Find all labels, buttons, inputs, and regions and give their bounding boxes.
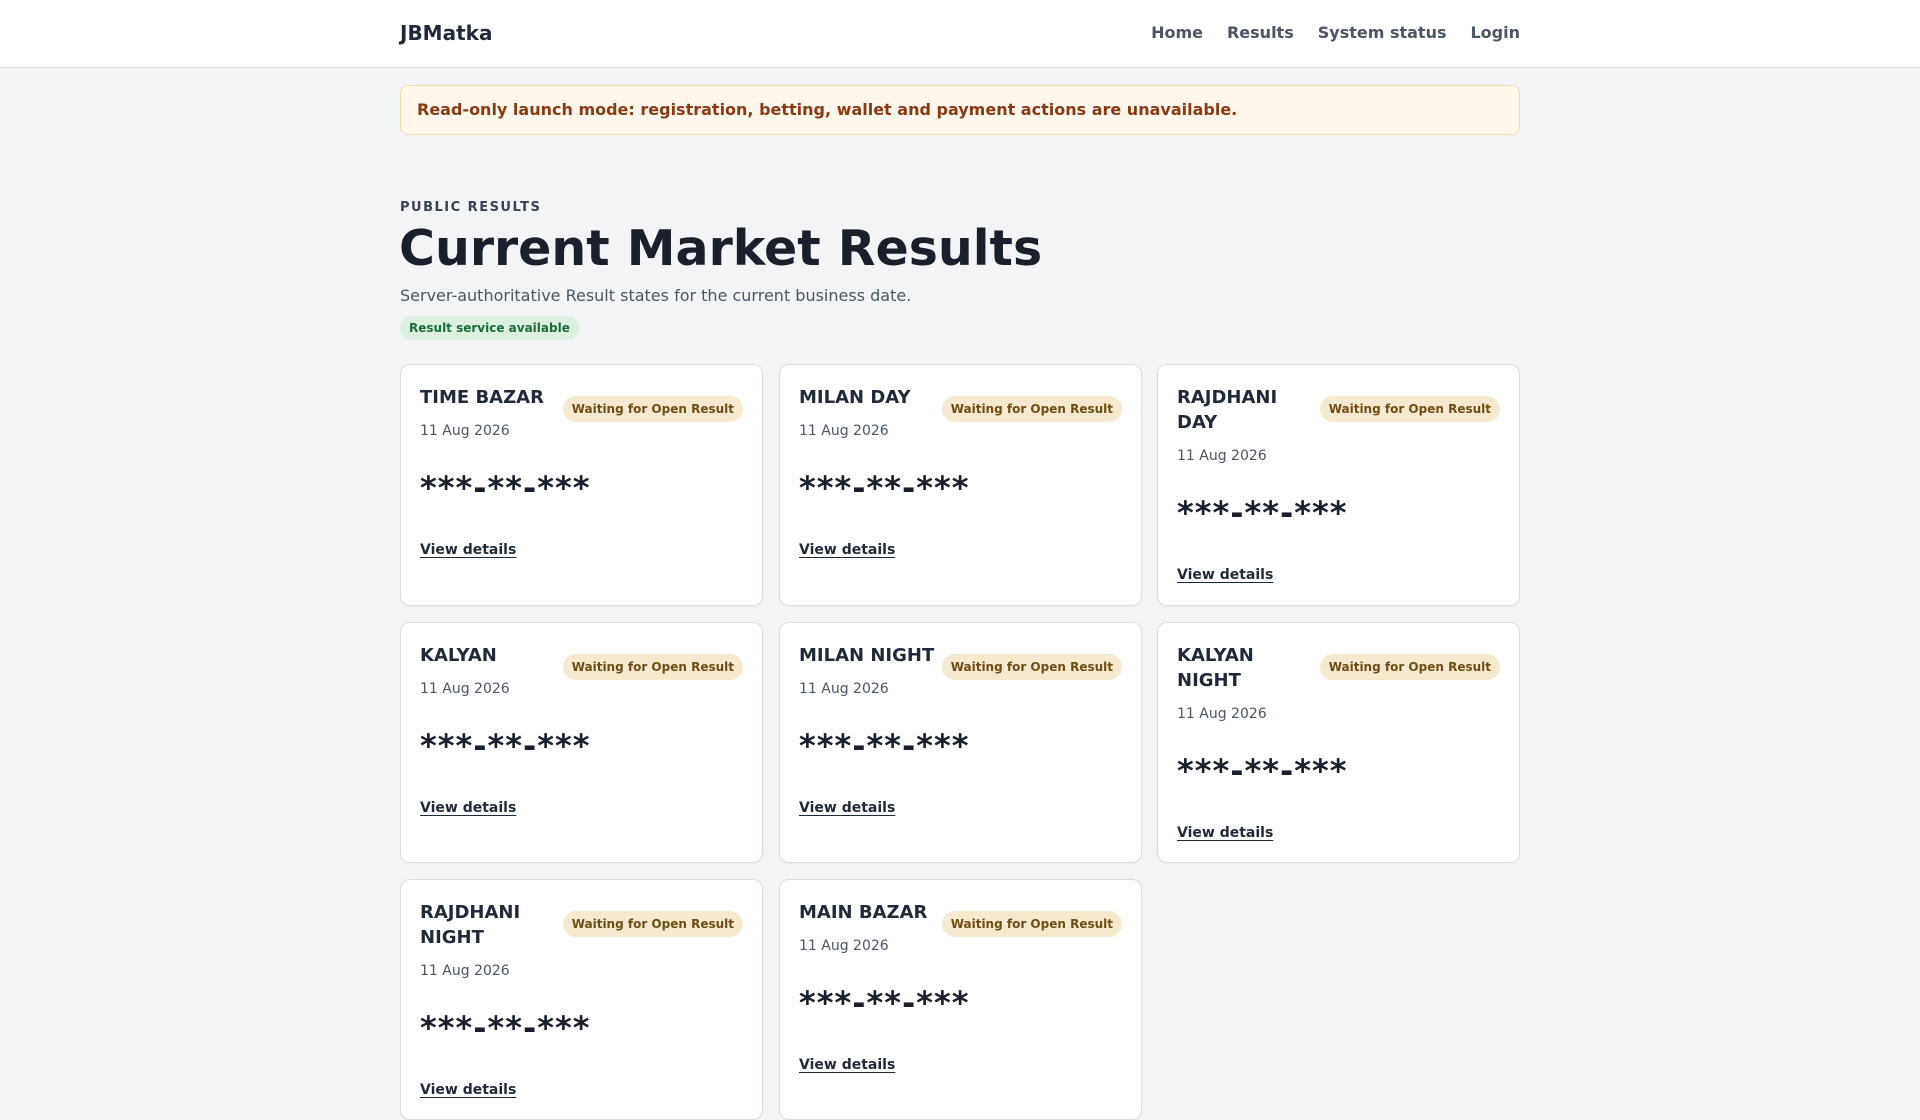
nav-home-link[interactable]: Home — [1151, 23, 1203, 42]
market-name: RAJDHANI NIGHT — [420, 902, 521, 948]
status-badge: Waiting for Open Result — [941, 654, 1122, 680]
market-date: 11 Aug 2026 — [1177, 448, 1267, 464]
result-value: ***-**-*** — [799, 984, 970, 1022]
view-details-link[interactable]: View details — [799, 800, 895, 816]
service-status-badge: Result service available — [400, 316, 579, 340]
market-card-rajdhani-night: RAJDHANI NIGHT Waiting for Open Result 1… — [400, 879, 763, 1120]
market-date: 11 Aug 2026 — [799, 681, 889, 697]
nav-system-status-link[interactable]: System status — [1318, 23, 1447, 42]
nav-login-link[interactable]: Login — [1470, 23, 1520, 42]
market-date: 11 Aug 2026 — [420, 423, 510, 439]
page-title: Current Market Results — [399, 220, 1043, 277]
market-card-milan-night: MILAN NIGHT Waiting for Open Result 11 A… — [779, 622, 1142, 863]
result-value: ***-**-*** — [420, 469, 591, 507]
market-date: 11 Aug 2026 — [799, 423, 889, 439]
market-date: 11 Aug 2026 — [420, 963, 510, 979]
top-navbar: JBMatka Home Results System status Login — [0, 0, 1920, 68]
result-value: ***-**-*** — [799, 469, 970, 507]
view-details-link[interactable]: View details — [420, 542, 516, 558]
status-badge: Waiting for Open Result — [941, 396, 1122, 422]
page-subtitle: Server-authoritative Result states for t… — [400, 286, 912, 305]
market-name: KALYAN — [420, 645, 497, 666]
market-card-milan-day: MILAN DAY Waiting for Open Result 11 Aug… — [779, 364, 1142, 606]
view-details-link[interactable]: View details — [420, 800, 516, 816]
market-date: 11 Aug 2026 — [1177, 706, 1267, 722]
market-card-main-bazar: MAIN BAZAR Waiting for Open Result 11 Au… — [779, 879, 1142, 1120]
market-name: MILAN DAY — [799, 387, 911, 408]
market-card-time-bazar: TIME BAZAR Waiting for Open Result 11 Au… — [400, 364, 763, 606]
result-value: ***-**-*** — [420, 1009, 591, 1047]
market-date: 11 Aug 2026 — [799, 938, 889, 954]
market-date: 11 Aug 2026 — [420, 681, 510, 697]
nav-results-link[interactable]: Results — [1227, 23, 1294, 42]
market-card-kalyan-night: KALYAN NIGHT Waiting for Open Result 11 … — [1157, 622, 1520, 863]
market-name: MAIN BAZAR — [799, 902, 928, 923]
result-value: ***-**-*** — [1177, 494, 1348, 532]
market-name: KALYAN NIGHT — [1177, 645, 1254, 691]
market-name: TIME BAZAR — [420, 387, 544, 408]
status-badge: Waiting for Open Result — [1319, 396, 1500, 422]
market-name: MILAN NIGHT — [799, 645, 935, 666]
status-badge: Waiting for Open Result — [562, 396, 743, 422]
view-details-link[interactable]: View details — [1177, 825, 1273, 841]
result-value: ***-**-*** — [799, 727, 970, 765]
status-badge: Waiting for Open Result — [562, 911, 743, 937]
market-card-kalyan: KALYAN Waiting for Open Result 11 Aug 20… — [400, 622, 763, 863]
status-badge: Waiting for Open Result — [562, 654, 743, 680]
view-details-link[interactable]: View details — [1177, 567, 1273, 583]
view-details-link[interactable]: View details — [420, 1082, 516, 1098]
read-only-notice: Read-only launch mode: registration, bet… — [400, 85, 1520, 135]
brand-logo[interactable]: JBMatka — [400, 21, 492, 45]
main-nav: Home Results System status Login — [1151, 23, 1520, 42]
result-value: ***-**-*** — [1177, 752, 1348, 790]
status-badge: Waiting for Open Result — [941, 911, 1122, 937]
result-value: ***-**-*** — [420, 727, 591, 765]
section-eyebrow: PUBLIC RESULTS — [400, 200, 542, 215]
market-card-rajdhani-day: RAJDHANI DAY Waiting for Open Result 11 … — [1157, 364, 1520, 606]
view-details-link[interactable]: View details — [799, 1057, 895, 1073]
view-details-link[interactable]: View details — [799, 542, 895, 558]
market-name: RAJDHANI DAY — [1177, 387, 1278, 433]
status-badge: Waiting for Open Result — [1319, 654, 1500, 680]
